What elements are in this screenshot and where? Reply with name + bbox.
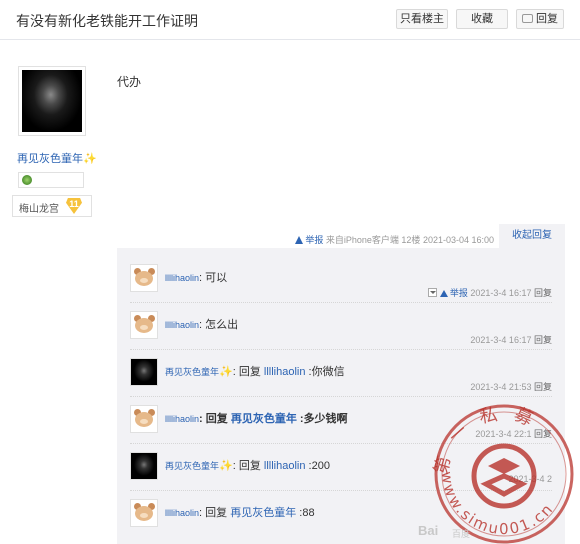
reply-avatar[interactable]: [130, 499, 158, 527]
reply-link[interactable]: 回复: [534, 382, 552, 392]
comment-icon: [522, 13, 533, 23]
reply-target-user[interactable]: llllihaolin: [264, 460, 306, 472]
reply-info: 举报 2021-3-4 16:17 回复: [427, 286, 552, 299]
reply-message: 可以: [205, 272, 228, 284]
reply-item: 再见灰色童年✨: 回复 llllihaolin :你微信 2021-3-4 21:…: [130, 350, 552, 397]
reply-message: 88: [302, 507, 315, 519]
reply-text: llllihaolin: 怎么出: [165, 316, 238, 332]
reply-button[interactable]: 回复: [516, 9, 564, 29]
post-time: 2021-03-04 16:00: [422, 235, 494, 245]
favorite-button[interactable]: 收藏: [456, 9, 508, 29]
reply-time: 2021-3-4 16:17: [470, 335, 532, 345]
reply-info: 2021-3-4 22:1 回复: [475, 427, 552, 440]
reply-username[interactable]: llllihaolin: [165, 414, 199, 424]
reply-link[interactable]: 回复: [534, 429, 552, 439]
reply-avatar[interactable]: [130, 311, 158, 339]
reply-prefix: 回复: [238, 366, 261, 378]
reply-item: llllihaolin: 回复 再见灰色童年 :多少钱啊 2021-3-4 22:…: [130, 397, 552, 444]
reply-prefix: 回复: [205, 507, 228, 519]
thread-title: 有没有新化老铁能开工作证明: [16, 13, 198, 29]
dropdown-icon[interactable]: [427, 288, 437, 297]
reply-separator: :: [199, 272, 203, 284]
reply-separator: :: [296, 413, 304, 425]
author-badge[interactable]: [18, 172, 84, 188]
post-content: 代办: [117, 75, 142, 89]
reply-info: 2021-3-4 2: [508, 474, 552, 484]
reply-username[interactable]: 再见灰色童年: [165, 461, 219, 471]
reply-time: 2021-3-4 22:1: [475, 429, 532, 439]
post-source: 来自iPhone客户端: [325, 235, 399, 245]
reply-prefix: 回复: [205, 413, 228, 425]
reply-report-link[interactable]: 举报: [450, 288, 468, 298]
post-floor: 12楼: [401, 235, 421, 245]
reply-text: llllihaolin: 可以: [165, 269, 227, 285]
reply-time: 2021-3-4 21:53: [470, 382, 532, 392]
post-meta: 举报 来自iPhone客户端 12楼 2021-03-04 16:00: [295, 233, 494, 246]
reply-avatar[interactable]: [130, 452, 158, 480]
reply-to-label: :: [232, 460, 236, 472]
warning-icon: [439, 290, 448, 297]
reply-item: llllihaolin: 回复 再见灰色童年 :88: [130, 491, 552, 538]
avatar-image: [22, 70, 82, 132]
only-lz-button[interactable]: 只看楼主: [396, 9, 448, 29]
reply-item: 再见灰色童年✨: 回复 llllihaolin :200 2021-3-4 2: [130, 444, 552, 491]
reply-message: 怎么出: [205, 319, 239, 331]
level-badge-icon: 11: [66, 198, 82, 214]
post-report-link[interactable]: 举报: [305, 235, 323, 245]
badge-icon: [22, 175, 32, 185]
reply-info: 2021-3-4 21:53 回复: [470, 380, 552, 393]
reply-target-user[interactable]: 再见灰色童年: [231, 413, 297, 425]
sparkle-icon: ✨: [83, 153, 97, 165]
reply-text: 再见灰色童年✨: 回复 llllihaolin :200: [165, 457, 330, 473]
reply-avatar[interactable]: [130, 358, 158, 386]
author-name-text: 再见灰色童年: [17, 153, 83, 165]
reply-message: 多少钱啊: [303, 413, 348, 425]
reply-info: 2021-3-4 16:17 回复: [470, 333, 552, 346]
reply-message: 200: [311, 460, 330, 472]
reply-username[interactable]: llllihaolin: [165, 508, 199, 518]
baidu-watermark: Bai: [418, 523, 439, 538]
author-name[interactable]: 再见灰色童年✨: [17, 150, 97, 166]
reply-username[interactable]: 再见灰色童年: [165, 367, 219, 377]
reply-text: llllihaolin: 回复 再见灰色童年 :多少钱啊: [165, 410, 348, 426]
reply-to-label: :: [199, 413, 203, 425]
reply-avatar[interactable]: [130, 264, 158, 292]
author-avatar[interactable]: [18, 66, 86, 136]
reply-prefix: 回复: [238, 460, 261, 472]
reply-button-label: 回复: [536, 13, 558, 25]
reply-target-user[interactable]: llllihaolin: [264, 366, 306, 378]
thread-header: 有没有新化老铁能开工作证明 只看楼主 收藏 回复: [0, 0, 580, 40]
sparkle-icon: ✨: [219, 366, 233, 378]
forum-level[interactable]: 梅山龙宫 11: [12, 195, 92, 217]
reply-message: 你微信: [311, 366, 345, 378]
reply-time: 2021-3-4 2: [508, 474, 552, 484]
reply-link[interactable]: 回复: [534, 288, 552, 298]
reply-to-label: :: [232, 366, 236, 378]
reply-link[interactable]: 回复: [534, 335, 552, 345]
reply-username[interactable]: llllihaolin: [165, 273, 199, 283]
reply-avatar[interactable]: [130, 405, 158, 433]
reply-text: llllihaolin: 回复 再见灰色童年 :88: [165, 504, 315, 520]
reply-username[interactable]: llllihaolin: [165, 320, 199, 330]
warning-icon: [295, 236, 304, 244]
reply-to-label: :: [199, 507, 203, 519]
reply-text: 再见灰色童年✨: 回复 llllihaolin :你微信: [165, 363, 345, 379]
reply-target-user[interactable]: 再见灰色童年: [230, 507, 296, 519]
sparkle-icon: ✨: [219, 460, 233, 472]
reply-item: llllihaolin: 可以举报 2021-3-4 16:17 回复: [130, 256, 552, 303]
forum-level-name: 梅山龙宫: [19, 204, 59, 215]
reply-item: llllihaolin: 怎么出 2021-3-4 16:17 回复: [130, 303, 552, 350]
collapse-replies-button[interactable]: 收起回复: [499, 224, 565, 248]
reply-separator: :: [199, 319, 203, 331]
baidu-watermark-sub: 百度: [452, 529, 471, 539]
reply-time: 2021-3-4 16:17: [470, 288, 532, 298]
reply-list: llllihaolin: 可以 举报 2021-3-4 16:17 回复 lllli…: [117, 248, 565, 544]
